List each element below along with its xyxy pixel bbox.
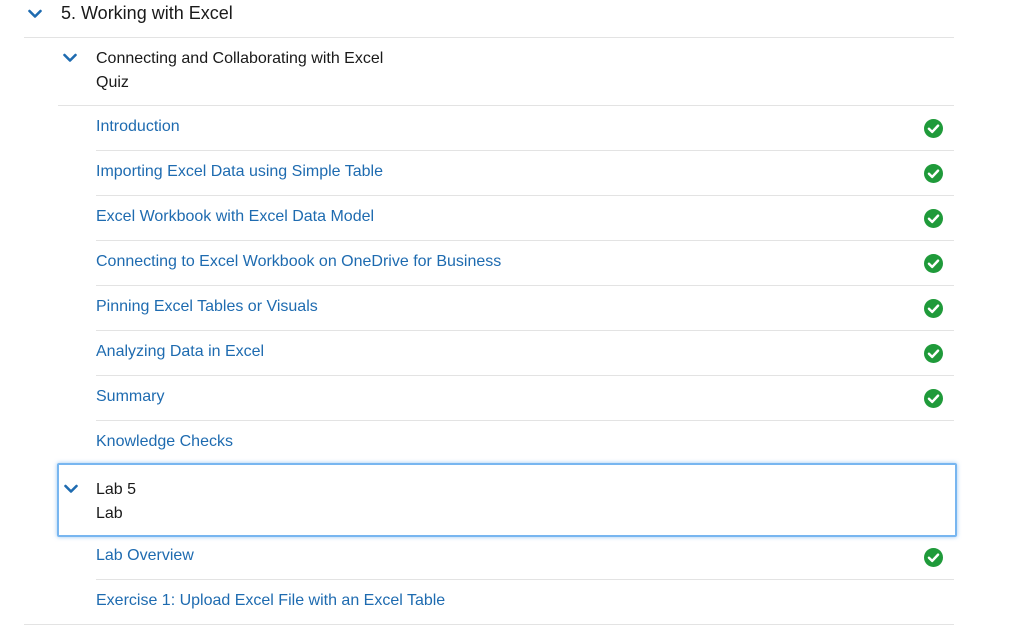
check-circle-icon [924, 209, 943, 228]
lesson-item[interactable]: Importing Excel Data using Simple Table [96, 151, 954, 196]
section-header[interactable]: 5. Working with Excel [24, 0, 954, 38]
lesson-link[interactable]: Exercise 1: Upload Excel File with an Ex… [96, 592, 445, 610]
lesson-item[interactable]: Exercise 1: Upload Excel File with an Ex… [96, 580, 954, 624]
lesson-link[interactable]: Analyzing Data in Excel [96, 343, 264, 361]
group-title: Lab 5 [96, 481, 137, 498]
lesson-link[interactable]: Introduction [96, 118, 180, 136]
check-circle-icon [924, 389, 943, 408]
group-header-quiz[interactable]: Connecting and Collaborating with Excel … [58, 37, 954, 106]
check-circle-icon [924, 299, 943, 318]
check-circle-icon [924, 548, 943, 567]
section-title: 5. Working with Excel [61, 3, 233, 23]
lesson-item[interactable]: Connecting to Excel Workbook on OneDrive… [96, 241, 954, 286]
lesson-link[interactable]: Pinning Excel Tables or Visuals [96, 298, 318, 316]
lesson-item[interactable]: Analyzing Data in Excel [96, 331, 954, 376]
check-circle-icon [924, 344, 943, 363]
lesson-item[interactable]: Pinning Excel Tables or Visuals [96, 286, 954, 331]
lesson-link[interactable]: Connecting to Excel Workbook on OneDrive… [96, 253, 501, 271]
group-subtitle: Lab [96, 505, 123, 522]
check-circle-icon [924, 254, 943, 273]
chevron-down-icon[interactable] [64, 484, 78, 494]
course-outline: 5. Working with Excel Connecting and Col… [0, 0, 1036, 634]
lesson-item[interactable]: Excel Workbook with Excel Data Model [96, 196, 954, 241]
lesson-link[interactable]: Importing Excel Data using Simple Table [96, 163, 383, 181]
lesson-item[interactable]: Summary [96, 376, 954, 421]
lesson-item[interactable]: Knowledge Checks [96, 421, 954, 465]
lesson-link[interactable]: Excel Workbook with Excel Data Model [96, 208, 374, 226]
chevron-down-icon[interactable] [63, 53, 77, 63]
group-header-lab[interactable]: Lab 5 Lab [57, 463, 957, 537]
lesson-link[interactable]: Lab Overview [96, 547, 194, 565]
lesson-item[interactable]: Lab Overview [96, 535, 954, 580]
check-circle-icon [924, 164, 943, 183]
divider [24, 624, 954, 625]
group-subtitle: Quiz [96, 74, 129, 91]
lesson-item[interactable]: Introduction [96, 106, 954, 151]
check-circle-icon [924, 119, 943, 138]
group-title: Connecting and Collaborating with Excel [96, 50, 384, 67]
lesson-link[interactable]: Summary [96, 388, 164, 406]
chevron-down-icon[interactable] [28, 9, 42, 19]
lesson-link[interactable]: Knowledge Checks [96, 433, 233, 451]
